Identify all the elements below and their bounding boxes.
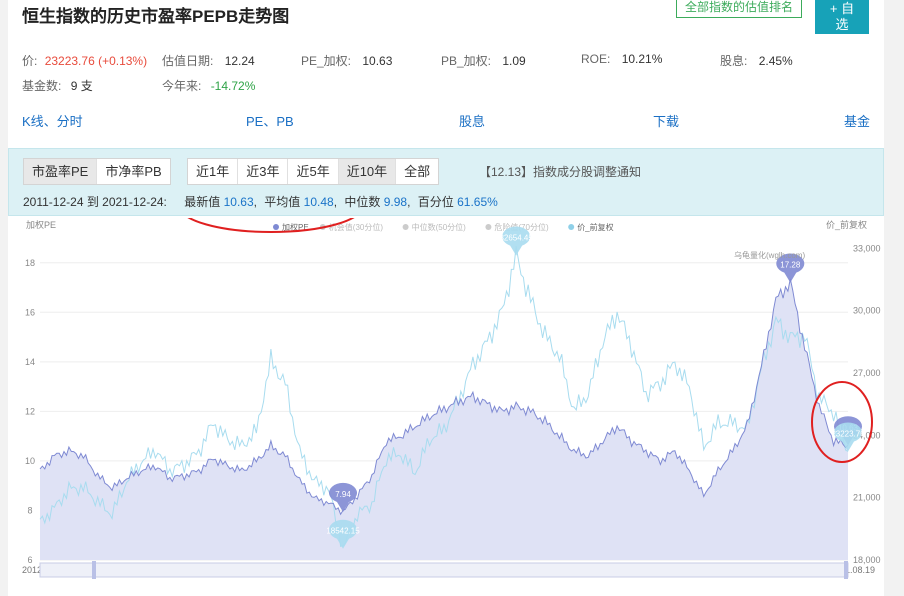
metric-tab-group: 市盈率PE 市净率PB bbox=[23, 158, 171, 185]
left-tick-label: 16 bbox=[25, 307, 35, 317]
stat-roe: ROE: 10.21% bbox=[581, 52, 662, 66]
stat-price: 价: 23223.76 (+0.13%) bbox=[22, 52, 147, 69]
right-tick-label: 30,000 bbox=[853, 306, 881, 316]
period-tab-group: 近1年 近3年 近5年 近10年 全部 bbox=[187, 158, 440, 185]
legend-item[interactable]: 机会值(30分位) bbox=[329, 222, 384, 232]
stat-pe-value: 10.63 bbox=[362, 54, 393, 68]
pe-chart-svg: 681012141618 18,00021,00024,00027,00030,… bbox=[22, 219, 881, 579]
right-tick-label: 27,000 bbox=[853, 368, 881, 378]
stat-date-label: 估值日期: bbox=[162, 54, 214, 68]
tab-5y[interactable]: 近5年 bbox=[288, 159, 339, 184]
tab-pb[interactable]: 市净率PB bbox=[97, 159, 169, 184]
median-value: 9.98 bbox=[383, 195, 408, 209]
latest-label: 最新值 bbox=[184, 195, 221, 209]
nav-download[interactable]: 下载 bbox=[653, 111, 679, 130]
stat-pe: PE_加权: 10.63 bbox=[301, 52, 392, 69]
stat-dividend: 股息: 2.45% bbox=[720, 52, 793, 69]
tab-1y[interactable]: 近1年 bbox=[188, 159, 239, 184]
median-label: 中位数 bbox=[344, 195, 381, 209]
avg-value: 10.48 bbox=[303, 195, 334, 209]
left-tick-label: 14 bbox=[25, 357, 35, 367]
zoom-slider-handle-right[interactable] bbox=[844, 561, 848, 579]
annotation-label: 23223.76 bbox=[831, 429, 865, 438]
annotation-label: 18542.15 bbox=[326, 527, 360, 536]
range-dates: 2011-12-24 到 2021-12-24: bbox=[23, 195, 167, 209]
right-tick-label: 21,000 bbox=[853, 493, 881, 503]
left-tick-label: 18 bbox=[25, 258, 35, 268]
stat-ytd-label: 今年来: bbox=[162, 79, 202, 93]
legend-swatch bbox=[485, 224, 492, 230]
legend-swatch bbox=[402, 224, 409, 230]
zoom-slider-track bbox=[39, 562, 849, 578]
tab-3y[interactable]: 近3年 bbox=[238, 159, 289, 184]
left-tick-label: 10 bbox=[25, 456, 35, 466]
percentile-value: 61.65% bbox=[457, 195, 498, 209]
stat-ytd: 今年来: -14.72% bbox=[162, 77, 255, 94]
legend-item[interactable]: 加权PE bbox=[282, 222, 309, 232]
right-tick-label: 33,000 bbox=[853, 243, 881, 253]
nav-funds[interactable]: 基金 bbox=[844, 111, 870, 130]
right-axis-ticks: 18,00021,00024,00027,00030,00033,000 bbox=[853, 243, 881, 565]
annotation-label: 7.94 bbox=[335, 490, 351, 499]
nav-pe-pb[interactable]: PE、PB bbox=[246, 111, 294, 130]
annotation-label: 17.28 bbox=[780, 261, 801, 270]
stat-funds-value: 9 支 bbox=[70, 79, 93, 93]
valuation-ranking-link[interactable]: 全部指数的估值排名 bbox=[676, 0, 803, 18]
stat-roe-value: 10.21% bbox=[621, 52, 663, 66]
latest-value: 10.63 bbox=[223, 195, 254, 209]
nav-dividend[interactable]: 股息 bbox=[459, 111, 485, 130]
sub-nav: K线、分时 PE、PB 股息 下载 基金 bbox=[8, 111, 884, 129]
legend-swatch bbox=[273, 224, 279, 230]
tab-pe[interactable]: 市盈率PE bbox=[24, 159, 98, 184]
tab-all[interactable]: 全部 bbox=[396, 159, 438, 184]
page: 恒生指数的历史市盈率PEPB走势图 全部指数的估值排名 + 自选 价: 2322… bbox=[8, 0, 884, 596]
stat-date: 估值日期: 12.24 bbox=[162, 52, 255, 69]
stat-date-value: 12.24 bbox=[224, 54, 255, 68]
right-tick-label: 18,000 bbox=[853, 555, 881, 565]
left-axis-ticks: 6 8 10 12 14 16 18 bbox=[25, 258, 35, 565]
pe-area bbox=[40, 278, 848, 560]
add-to-watchlist-button[interactable]: + 自选 bbox=[815, 0, 869, 34]
stat-pb-value: 1.09 bbox=[502, 54, 526, 68]
stat-funds: 基金数: 9 支 bbox=[22, 77, 93, 94]
nav-kline[interactable]: K线、分时 bbox=[22, 111, 83, 130]
stat-funds-label: 基金数: bbox=[22, 79, 62, 93]
stat-pe-label: PE_加权: bbox=[301, 54, 352, 68]
tab-10y[interactable]: 近10年 bbox=[338, 159, 397, 184]
right-axis-label: 价_前复权 bbox=[826, 219, 867, 230]
stat-dividend-label: 股息: bbox=[720, 54, 748, 68]
legend-item[interactable]: 中位数(50分位) bbox=[412, 222, 467, 232]
left-tick-label: 12 bbox=[25, 406, 35, 416]
stat-price-label: 价: bbox=[22, 54, 38, 68]
watermark: 乌龟量化(wglh.com) bbox=[734, 250, 805, 260]
legend: 加权PE机会值(30分位)中位数(50分位)危险值(70分位)价_前复权 bbox=[273, 222, 614, 232]
legend-swatch bbox=[568, 224, 575, 230]
left-tick-label: 6 bbox=[27, 555, 32, 565]
adjustment-notice-link[interactable]: 【12.13】指数成分股调整通知 bbox=[479, 163, 641, 180]
stat-roe-label: ROE: bbox=[581, 52, 611, 66]
range-summary: 2011-12-24 到 2021-12-24: 最新值 10.63, 平均值 … bbox=[23, 195, 498, 209]
left-axis-label: 加权PE bbox=[26, 219, 56, 230]
stat-dividend-value: 2.45% bbox=[758, 54, 793, 68]
zoom-slider-handle-left[interactable] bbox=[92, 561, 96, 579]
add-to-watchlist-label: + 自选 bbox=[829, 1, 855, 32]
left-tick-label: 8 bbox=[27, 505, 32, 515]
stat-price-value: 23223.76 (+0.13%) bbox=[44, 54, 148, 68]
stat-pb: PB_加权: 1.09 bbox=[441, 52, 526, 69]
page-title: 恒生指数的历史市盈率PEPB走势图 bbox=[22, 7, 290, 26]
pe-chart[interactable]: 6 8 10 12 14 16 18 18,000 21,000 24,000 27,000 30,… bbox=[8, 218, 884, 596]
stat-pb-label: PB_加权: bbox=[441, 54, 492, 68]
avg-label: 平均值 bbox=[264, 195, 301, 209]
filter-panel: 市盈率PE 市净率PB 近1年 近3年 近5年 近10年 全部 【12.13】指… bbox=[8, 148, 884, 216]
legend-item[interactable]: 价_前复权 bbox=[577, 222, 613, 232]
percentile-label: 百分位 bbox=[417, 195, 454, 209]
stat-ytd-value: -14.72% bbox=[210, 79, 256, 93]
annotation-label: 32654.45 bbox=[499, 234, 533, 243]
legend-swatch bbox=[319, 224, 326, 230]
